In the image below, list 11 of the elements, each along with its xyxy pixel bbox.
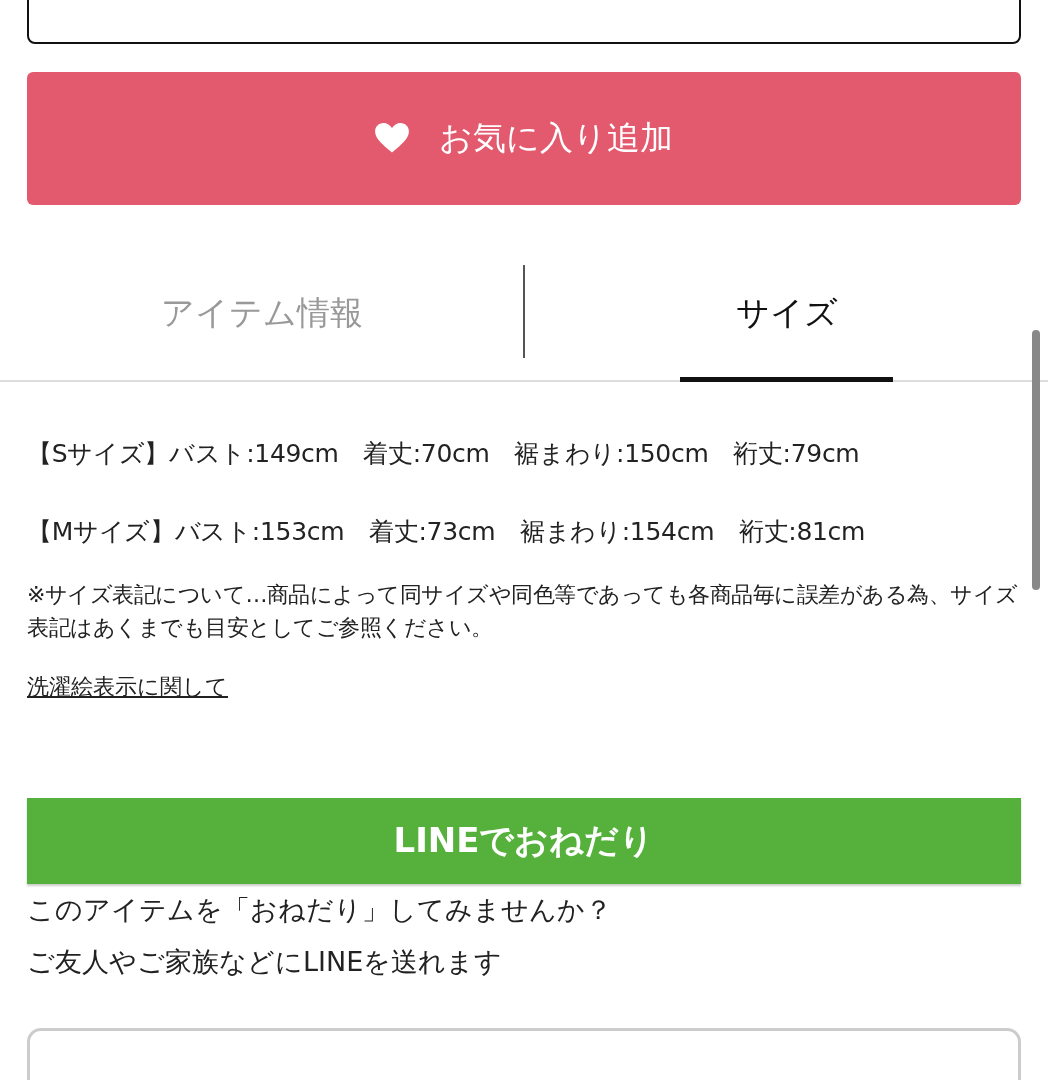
tab[interactable]: アイテム情報 [0,265,523,380]
favorite-button[interactable]: お気に入り追加 [27,72,1021,205]
tab[interactable]: サイズ [525,265,1048,380]
care-label-link[interactable]: 洗濯絵表示に関して [27,672,228,702]
size-note: ※サイズ表記について…商品によって同サイズや同色等であっても各商品毎に誤差がある為、サイズ表記はあくまでも目安としてご参照ください。 [27,581,1019,642]
line-button[interactable]: LINEでおねだり [27,798,1021,884]
size-spec: 【Sサイズ】バスト:149cm 着丈:70cm 裾まわり:150cm 裄丈:79cm [27,438,861,470]
description-text: このアイテムを「おねだり」してみませんか？ [27,893,613,927]
size-spec: 【Mサイズ】バスト:153cm 着丈:73cm 裾まわり:154cm 裄丈:81cm [27,516,867,548]
description-text: ご友人やご家族などにLINEを送れます [27,945,504,979]
heart-icon [375,123,409,154]
